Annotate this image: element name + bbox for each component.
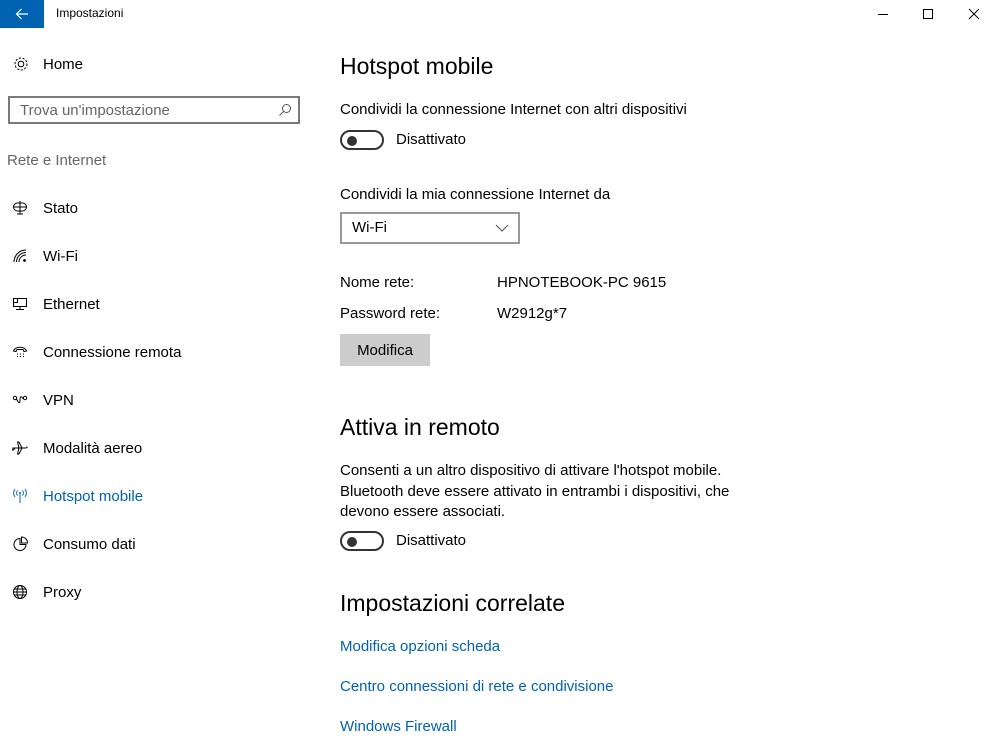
title-bar: Impostazioni [0,0,992,28]
sidebar-item-wifi[interactable]: Wi-Fi [10,245,78,267]
proxy-globe-icon [10,583,30,601]
network-password-value: W2912g*7 [497,305,568,322]
back-button[interactable] [0,0,44,28]
remote-description: Consenti a un altro dispositivo di attiv… [340,462,730,520]
home-label: Home [43,55,84,73]
close-icon [968,8,980,20]
network-password-label: Password rete: [340,305,441,322]
related-settings-title: Impostazioni correlate [340,590,565,616]
toggle-knob [347,537,357,547]
search-icon [279,104,291,116]
app-title: Impostazioni [56,6,124,20]
close-button[interactable] [951,0,992,28]
share-connection-label: Condividi la connessione Internet con al… [340,101,687,118]
share-from-dropdown[interactable]: Wi-Fi [340,212,520,244]
sidebar-item-ethernet[interactable]: Ethernet [10,293,100,315]
page-title: Hotspot mobile [340,53,494,79]
wifi-icon [10,247,30,265]
remote-toggle-state: Disattivato [396,532,467,549]
sidebar-item-hotspot-mobile[interactable]: Hotspot mobile [10,485,143,507]
link-centro-connessioni[interactable]: Centro connessioni di rete e condivision… [340,678,614,695]
maximize-button[interactable] [905,0,951,28]
hotspot-icon [10,487,30,505]
section-label: Rete e Internet [7,152,107,169]
network-name-value: HPNOTEBOOK-PC 9615 [497,274,667,291]
vpn-icon [10,391,30,409]
ethernet-icon [10,295,30,313]
gear-icon [14,57,28,71]
airplane-icon [10,439,30,457]
sidebar-item-proxy[interactable]: Proxy [10,581,81,603]
chevron-down-icon [495,224,509,232]
sidebar-item-modalita-aereo[interactable]: Modalità aereo [10,437,142,459]
search-box[interactable] [8,96,300,124]
share-from-label: Condividi la mia connessione Internet da [340,186,611,203]
share-connection-toggle[interactable] [340,130,384,150]
sidebar-item-stato[interactable]: Stato [10,197,78,219]
link-modifica-opzioni-scheda[interactable]: Modifica opzioni scheda [340,638,500,655]
remote-section-title: Attiva in remoto [340,414,500,440]
remote-toggle[interactable] [340,531,384,551]
sidebar-item-consumo-dati[interactable]: Consumo dati [10,533,136,555]
sidebar-item-connessione-remota[interactable]: Connessione remota [10,341,181,363]
minimize-button[interactable] [860,0,906,28]
sidebar-item-vpn[interactable]: VPN [10,389,74,411]
maximize-icon [923,9,933,19]
data-usage-icon [10,535,30,553]
share-toggle-state: Disattivato [396,131,467,148]
status-globe-icon [10,199,30,217]
home-nav-item[interactable]: Home [12,54,83,74]
back-arrow-icon [15,8,28,20]
search-input[interactable] [10,98,270,122]
network-name-label: Nome rete: [340,274,415,291]
share-from-value: Wi-Fi [352,219,387,236]
minimize-icon [878,14,888,15]
link-windows-firewall[interactable]: Windows Firewall [340,718,457,735]
dialup-phone-icon [10,343,30,361]
edit-button[interactable]: Modifica [340,334,430,366]
toggle-knob [347,136,357,146]
